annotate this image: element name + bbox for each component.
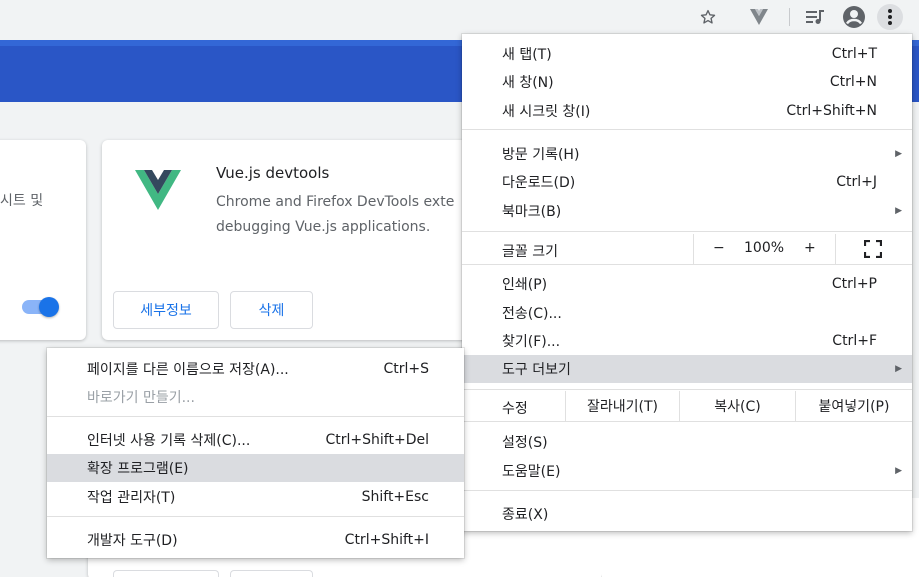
- more-tools-submenu: 페이지를 다른 이름으로 저장(A)... Ctrl+S 바로가기 만들기...…: [47, 348, 464, 558]
- menu-item-label: 새 시크릿 창(I): [502, 104, 591, 120]
- menu-item-shortcut: Ctrl+S: [383, 361, 429, 377]
- menu-item-label: 전송(C)...: [502, 306, 562, 322]
- menu-item-label: 인쇄(P): [502, 277, 548, 293]
- menu-separator: [462, 421, 912, 422]
- menu-item-label: 새 창(N): [502, 75, 554, 91]
- menu-item-new-tab[interactable]: 새 탭(T) Ctrl+T: [462, 40, 912, 68]
- menu-item-shortcut: Ctrl+Shift+N: [786, 103, 877, 119]
- menu-item-new-incognito[interactable]: 새 시크릿 창(I) Ctrl+Shift+N: [462, 97, 912, 125]
- menu-item-print[interactable]: 인쇄(P) Ctrl+P: [462, 270, 912, 298]
- menu-item-shortcut: Ctrl+T: [831, 46, 877, 62]
- menu-item-save-page[interactable]: 페이지를 다른 이름으로 저장(A)... Ctrl+S: [47, 355, 464, 383]
- zoom-divider: [835, 234, 836, 264]
- menu-item-shortcut: Shift+Esc: [361, 489, 429, 505]
- submenu-arrow-icon: ▶: [895, 206, 902, 216]
- menu-item-settings[interactable]: 설정(S): [462, 428, 912, 456]
- menu-item-downloads[interactable]: 다운로드(D) Ctrl+J: [462, 168, 912, 196]
- menu-edit-row: 수정 잘라내기(T) 복사(C) 붙여넣기(P): [462, 391, 912, 421]
- menu-separator: [47, 516, 464, 517]
- zoom-level: 100%: [744, 240, 785, 256]
- menu-item-find[interactable]: 찾기(F)... Ctrl+F: [462, 327, 912, 355]
- menu-item-label: 작업 관리자(T): [87, 490, 176, 506]
- extension-card-partial: 시트 및: [0, 140, 86, 340]
- menu-separator: [462, 490, 912, 491]
- playlist-icon[interactable]: [802, 4, 828, 30]
- menu-zoom-row: 글꼴 크기 − 100% +: [462, 234, 912, 264]
- more-vert-icon[interactable]: [877, 4, 903, 30]
- fullscreen-icon[interactable]: [863, 239, 883, 262]
- edit-label: 수정: [502, 401, 528, 417]
- menu-item-shortcut: Ctrl+Shift+I: [344, 532, 429, 548]
- menu-item-clear-browsing-data[interactable]: 인터넷 사용 기록 삭제(C)... Ctrl+Shift+Del: [47, 426, 464, 454]
- menu-item-shortcut: Ctrl+F: [832, 333, 877, 349]
- menu-item-task-manager[interactable]: 작업 관리자(T) Shift+Esc: [47, 483, 464, 511]
- menu-item-label: 확장 프로그램(E): [87, 461, 189, 477]
- menu-item-developer-tools[interactable]: 개발자 도구(D) Ctrl+Shift+I: [47, 526, 464, 554]
- next-remove-button[interactable]: [230, 570, 313, 577]
- menu-item-label: 찾기(F)...: [502, 334, 561, 350]
- menu-item-label: 새 탭(T): [502, 47, 552, 63]
- menu-item-extensions[interactable]: 확장 프로그램(E): [47, 454, 464, 482]
- toggle-knob: [39, 297, 59, 317]
- chrome-main-menu: 새 탭(T) Ctrl+T 새 창(N) Ctrl+N 새 시크릿 창(I) C…: [462, 34, 912, 531]
- next-details-button[interactable]: [113, 570, 219, 577]
- menu-item-label: 개발자 도구(D): [87, 533, 178, 549]
- zoom-in-button[interactable]: +: [804, 240, 816, 256]
- menu-separator: [462, 264, 912, 265]
- menu-item-label: 종료(X): [502, 507, 549, 523]
- menu-item-history[interactable]: 방문 기록(H) ▶: [462, 140, 912, 168]
- extension-description: 시트 및: [0, 193, 44, 209]
- extension-enable-toggle[interactable]: [22, 297, 59, 317]
- menu-item-label: 바로가기 만들기...: [87, 390, 195, 406]
- extension-title: Vue.js devtools: [216, 164, 330, 182]
- menu-item-cast[interactable]: 전송(C)...: [462, 299, 912, 327]
- menu-item-label: 북마크(B): [502, 204, 562, 220]
- cut-button[interactable]: 잘라내기(T): [565, 391, 679, 421]
- zoom-out-button[interactable]: −: [713, 240, 725, 256]
- menu-item-label: 도움말(E): [502, 464, 561, 480]
- menu-item-label: 인터넷 사용 기록 삭제(C)...: [87, 433, 251, 449]
- star-icon[interactable]: [695, 4, 721, 30]
- details-button[interactable]: 세부정보: [113, 291, 219, 329]
- menu-item-shortcut: Ctrl+J: [836, 174, 877, 190]
- menu-item-label: 페이지를 다른 이름으로 저장(A)...: [87, 362, 289, 378]
- submenu-arrow-icon: ▶: [895, 364, 902, 374]
- menu-item-label: 방문 기록(H): [502, 147, 580, 163]
- menu-item-shortcut: Ctrl+Shift+Del: [325, 432, 429, 448]
- browser-toolbar: [0, 0, 919, 34]
- account-icon[interactable]: [841, 4, 867, 30]
- menu-item-help[interactable]: 도움말(E) ▶: [462, 457, 912, 485]
- menu-item-label: 다운로드(D): [502, 175, 576, 191]
- menu-item-more-tools[interactable]: 도구 더보기 ▶: [462, 355, 912, 383]
- submenu-arrow-icon: ▶: [895, 149, 902, 159]
- menu-item-shortcut: Ctrl+P: [831, 276, 877, 292]
- menu-item-exit[interactable]: 종료(X): [462, 500, 912, 528]
- paste-button[interactable]: 붙여넣기(P): [795, 391, 912, 421]
- remove-button[interactable]: 삭제: [230, 291, 313, 329]
- vue-logo-icon: [135, 170, 181, 210]
- copy-button[interactable]: 복사(C): [679, 391, 795, 421]
- menu-separator: [462, 389, 912, 390]
- zoom-divider: [693, 234, 694, 264]
- menu-separator: [47, 416, 464, 417]
- menu-item-create-shortcut: 바로가기 만들기...: [47, 383, 464, 411]
- submenu-arrow-icon: ▶: [895, 466, 902, 476]
- toolbar-separator: [789, 8, 790, 26]
- vue-devtools-icon[interactable]: [746, 4, 772, 30]
- zoom-label: 글꼴 크기: [502, 244, 558, 260]
- menu-item-new-window[interactable]: 새 창(N) Ctrl+N: [462, 68, 912, 96]
- menu-item-bookmarks[interactable]: 북마크(B) ▶: [462, 197, 912, 225]
- menu-separator: [462, 231, 912, 232]
- menu-item-shortcut: Ctrl+N: [829, 74, 877, 90]
- menu-item-label: 도구 더보기: [502, 362, 571, 378]
- menu-separator: [462, 129, 912, 130]
- menu-item-label: 설정(S): [502, 435, 548, 451]
